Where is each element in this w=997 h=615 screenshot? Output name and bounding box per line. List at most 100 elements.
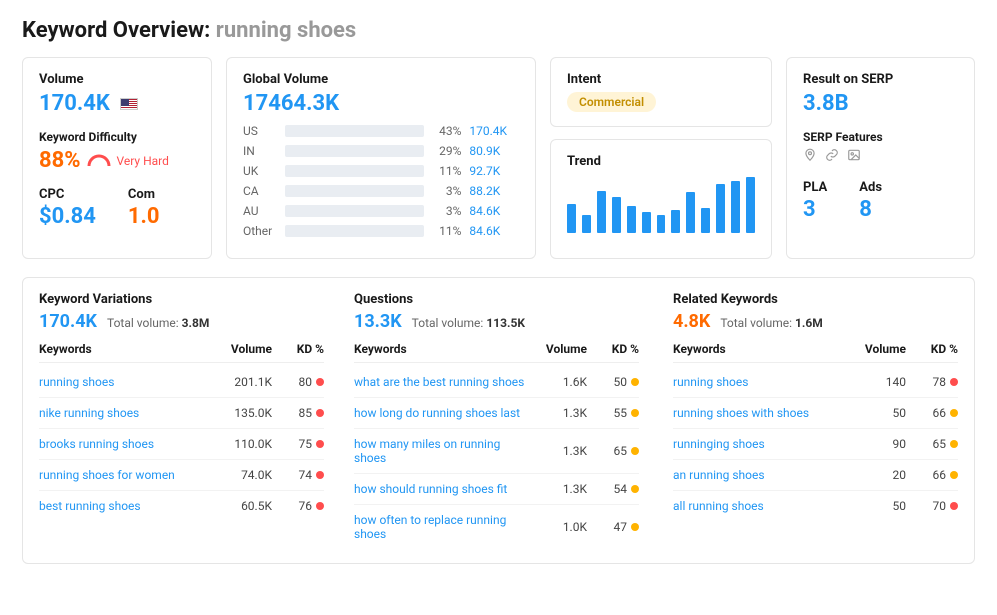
ads-label: Ads: [859, 180, 882, 195]
keyword-volume: 20: [844, 468, 906, 482]
kd-dot-icon: [631, 378, 639, 386]
table-row: running shoes with shoes 50 66: [673, 398, 958, 429]
com-value: 1.0: [128, 204, 160, 229]
global-row: IN 29% 80.9K: [243, 144, 519, 158]
keyword-kd: 76: [272, 499, 324, 513]
col-title: Questions: [354, 292, 639, 307]
cpc-value: $0.84: [39, 204, 96, 229]
keyword-link[interactable]: all running shoes: [673, 499, 844, 513]
col-title: Keyword Variations: [39, 292, 324, 307]
serp-label: Result on SERP: [803, 72, 958, 87]
keyword-link[interactable]: how often to replace running shoes: [354, 513, 525, 541]
global-bar: [285, 145, 424, 157]
keyword-kd: 75: [272, 437, 324, 451]
page-title-label: Keyword Overview:: [22, 18, 210, 43]
keyword-volume: 135.0K: [210, 406, 272, 420]
table-row: running shoes for women 74.0K 74: [39, 460, 324, 491]
global-bar: [285, 225, 424, 237]
table-row: what are the best running shoes 1.6K 50: [354, 367, 639, 398]
global-pct: 3%: [432, 184, 462, 198]
trend-bar: [657, 215, 666, 233]
keyword-link[interactable]: what are the best running shoes: [354, 375, 525, 389]
global-row: UK 11% 92.7K: [243, 164, 519, 178]
global-country: Other: [243, 224, 277, 238]
card-volume: Volume 170.4K Keyword Difficulty 88% Ver…: [22, 57, 212, 259]
ads-block: Ads 8: [859, 180, 882, 222]
kd-dot-icon: [950, 409, 958, 417]
keyword-link[interactable]: running shoes: [39, 375, 210, 389]
trend-bar: [686, 192, 695, 233]
keyword-volume: 50: [844, 499, 906, 513]
global-row: Other 11% 84.6K: [243, 224, 519, 238]
kd-dot-icon: [950, 471, 958, 479]
trend-bar: [746, 177, 755, 233]
col-title: Related Keywords: [673, 292, 958, 307]
keyword-kd: 80: [272, 375, 324, 389]
trend-bar: [567, 204, 576, 233]
global-country: UK: [243, 164, 277, 178]
global-pct: 3%: [432, 204, 462, 218]
global-bar: [285, 185, 424, 197]
page-title: Keyword Overview: running shoes: [22, 18, 975, 43]
global-country: CA: [243, 184, 277, 198]
keyword-link[interactable]: brooks running shoes: [39, 437, 210, 451]
volume-value: 170.4K: [39, 91, 195, 116]
kd-dot-icon: [950, 502, 958, 510]
global-pct: 11%: [432, 164, 462, 178]
keyword-volume: 1.3K: [525, 444, 587, 458]
card-global-volume: Global Volume 17464.3K US 43% 170.4K IN 2…: [226, 57, 536, 259]
keyword-link[interactable]: how long do running shoes last: [354, 406, 525, 420]
table-row: how should running shoes fit 1.3K 54: [354, 474, 639, 505]
trend-bar: [701, 208, 710, 233]
kd-dot-icon: [316, 378, 324, 386]
col-sub: Total volume: 113.5K: [412, 316, 525, 330]
com-block: Com 1.0: [128, 187, 160, 229]
keyword-link[interactable]: how many miles on running shoes: [354, 437, 525, 465]
kd-label: Keyword Difficulty: [39, 130, 195, 144]
keyword-volume: 50: [844, 406, 906, 420]
keyword-kd: 66: [906, 406, 958, 420]
pin-icon: [803, 148, 817, 166]
global-country: IN: [243, 144, 277, 158]
keyword-kd: 65: [587, 444, 639, 458]
keyword-kd: 78: [906, 375, 958, 389]
keyword-kd: 74: [272, 468, 324, 482]
serp-features-icons: [803, 148, 958, 166]
keyword-link[interactable]: best running shoes: [39, 499, 210, 513]
trend-bar: [671, 210, 680, 233]
keyword-link[interactable]: how should running shoes fit: [354, 482, 525, 496]
picture-icon: [847, 148, 861, 166]
com-label: Com: [128, 187, 160, 202]
th-volume: Volume: [844, 342, 906, 356]
kd-hardness: Very Hard: [117, 154, 169, 168]
keyword-link[interactable]: running shoes: [673, 375, 844, 389]
global-val: 88.2K: [469, 184, 519, 198]
table-row: best running shoes 60.5K 76: [39, 491, 324, 521]
global-row: AU 3% 84.6K: [243, 204, 519, 218]
keyword-volume: 74.0K: [210, 468, 272, 482]
keyword-link[interactable]: running shoes for women: [39, 468, 210, 482]
trend-bar: [731, 181, 740, 233]
col-sub: Total volume: 3.8M: [107, 316, 209, 330]
keyword-kd: 85: [272, 406, 324, 420]
col-main: 4.8K Total volume: 1.6M: [673, 311, 958, 332]
keyword-link[interactable]: an running shoes: [673, 468, 844, 482]
keyword-link[interactable]: runninging shoes: [673, 437, 844, 451]
global-val: 84.6K: [469, 224, 519, 238]
kd-dot-icon: [316, 471, 324, 479]
keyword-link[interactable]: running shoes with shoes: [673, 406, 844, 420]
trend-bar: [612, 197, 621, 233]
serp-value: 3.8B: [803, 91, 958, 116]
keyword-volume: 60.5K: [210, 499, 272, 513]
global-value: 17464.3K: [243, 91, 519, 116]
keyword-kd: 47: [587, 520, 639, 534]
global-label: Global Volume: [243, 72, 519, 87]
keyword-link[interactable]: nike running shoes: [39, 406, 210, 420]
pla-label: PLA: [803, 180, 827, 195]
global-row: US 43% 170.4K: [243, 124, 519, 138]
table-row: running shoes 201.1K 80: [39, 367, 324, 398]
keyword-kd: 50: [587, 375, 639, 389]
kd-dot-icon: [316, 502, 324, 510]
pla-block: PLA 3: [803, 180, 827, 222]
keyword-volume: 140: [844, 375, 906, 389]
